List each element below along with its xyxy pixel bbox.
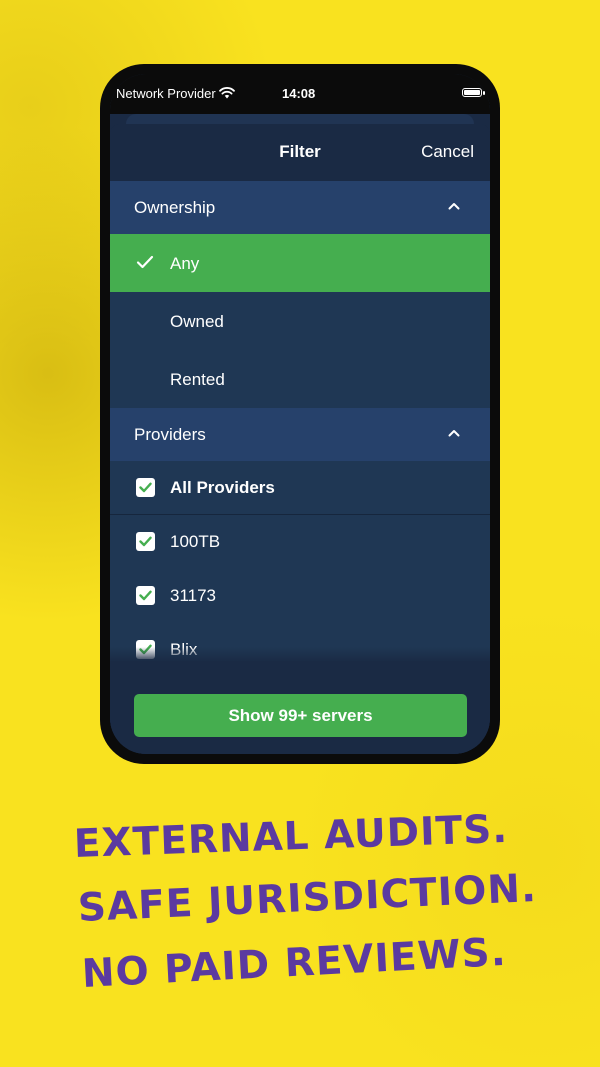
provider-label: All Providers [170, 478, 275, 497]
status-bar: Network Provider 14:08 [110, 74, 490, 114]
chevron-up-icon [448, 430, 460, 437]
filter-sheet: Filter Cancel Ownership Any Owned Rented… [110, 124, 490, 754]
checkbox-checked-icon[interactable] [136, 478, 155, 497]
provider-row-all[interactable]: All Providers [110, 461, 490, 515]
option-any[interactable]: Any [110, 234, 490, 292]
section-header-providers[interactable]: Providers [110, 408, 490, 461]
section-header-ownership[interactable]: Ownership [110, 181, 490, 234]
battery-icon [462, 88, 485, 97]
provider-row[interactable]: 100TB [110, 515, 490, 569]
chevron-up-icon [448, 203, 460, 210]
wifi-icon [219, 87, 235, 99]
phone-screen: Network Provider 14:08 Filter Cancel Own… [110, 74, 490, 754]
phone-frame: Network Provider 14:08 Filter Cancel Own… [100, 64, 500, 764]
clock: 14:08 [282, 86, 316, 101]
option-owned[interactable]: Owned [110, 292, 490, 350]
checkbox-checked-icon[interactable] [136, 586, 155, 605]
cancel-button[interactable]: Cancel [421, 142, 474, 162]
option-label: Any [170, 254, 200, 273]
option-label: Owned [170, 312, 224, 331]
show-servers-button[interactable]: Show 99+ servers [134, 694, 467, 737]
provider-label: 31173 [170, 586, 217, 605]
providers-list: All Providers 100TB 31173 [110, 461, 490, 661]
footer-shadow [110, 647, 490, 661]
footer-bar: Show 99+ servers [110, 647, 490, 754]
section-title-providers: Providers [134, 425, 206, 444]
option-label: Rented [170, 370, 225, 389]
nav-header: Filter Cancel [110, 124, 490, 181]
provider-row[interactable]: 31173 [110, 569, 490, 623]
ownership-options: Any Owned Rented [110, 234, 490, 408]
provider-label: 100TB [170, 532, 221, 551]
checkmark-icon [136, 255, 154, 269]
section-title-ownership: Ownership [134, 198, 216, 217]
option-rented[interactable]: Rented [110, 350, 490, 408]
checkbox-checked-icon[interactable] [136, 532, 155, 551]
carrier-label: Network Provider [116, 86, 216, 101]
